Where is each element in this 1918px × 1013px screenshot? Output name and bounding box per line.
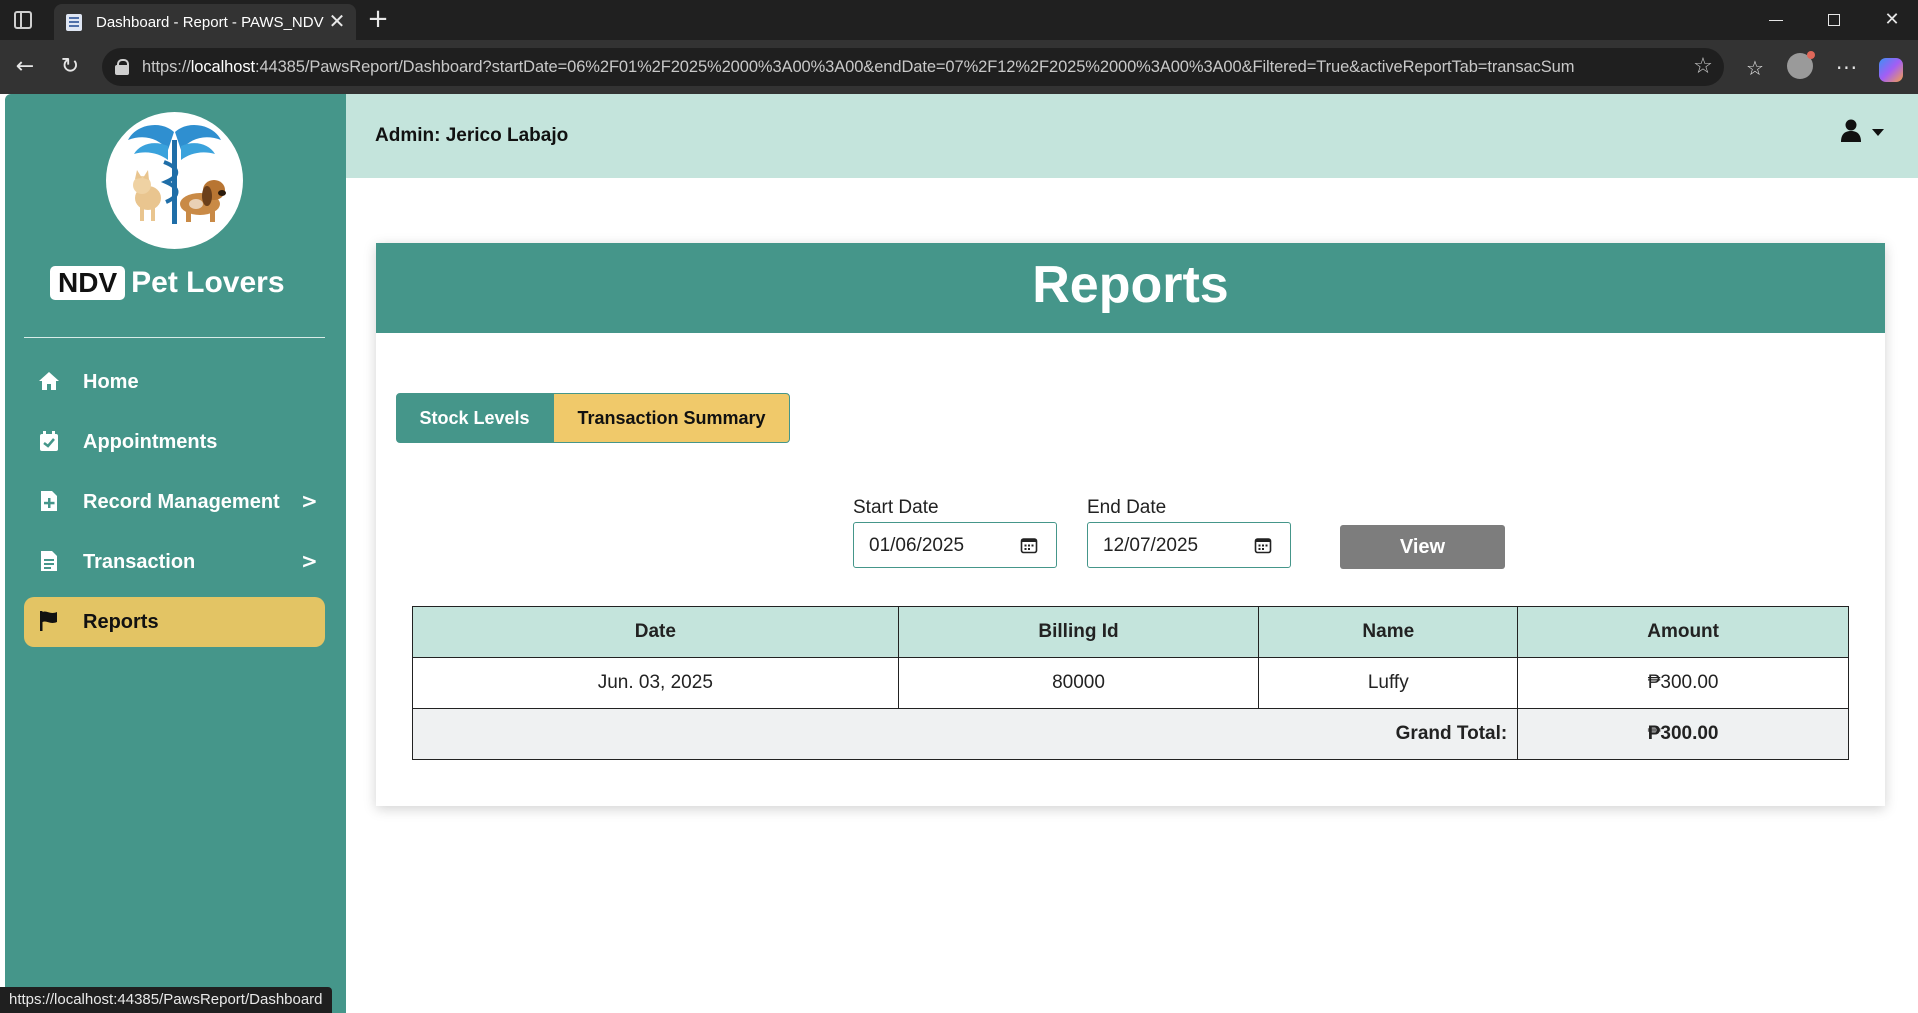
- end-date-input[interactable]: 12/07/2025: [1087, 522, 1291, 568]
- minimize-icon[interactable]: [1758, 6, 1794, 34]
- browser-tab[interactable]: Dashboard - Report - PAWS_NDV ✕: [54, 4, 356, 40]
- file-text-icon: [38, 550, 60, 572]
- tab-actions-icon[interactable]: [14, 11, 32, 29]
- url-text[interactable]: https://localhost:44385/PawsReport/Dashb…: [142, 58, 1672, 78]
- column-header-date: Date: [412, 606, 899, 658]
- admin-name: Admin: Jerico Labajo: [375, 125, 569, 146]
- browser-nav-bar: ← ↻ https://localhost:44385/PawsReport/D…: [0, 40, 1918, 94]
- sidebar-item-label: Home: [83, 371, 139, 393]
- sidebar-item-transaction[interactable]: Transaction >: [24, 537, 325, 587]
- clinic-logo: [106, 112, 243, 249]
- tab-stock-levels[interactable]: Stock Levels: [396, 393, 553, 443]
- column-header-amount: Amount: [1517, 606, 1849, 658]
- page-title: Reports: [1032, 256, 1229, 314]
- file-plus-icon: [38, 490, 60, 512]
- sidebar: NDV Pet Lovers Home Appointments Record M…: [5, 94, 346, 1013]
- view-button[interactable]: View: [1340, 525, 1505, 569]
- calendar-check-icon: [38, 430, 60, 452]
- reports-card: Reports Stock Levels Transaction Summary…: [376, 243, 1885, 806]
- sidebar-divider: [24, 337, 325, 338]
- grand-total-value: ₱300.00: [1517, 708, 1849, 760]
- tab-transaction-summary[interactable]: Transaction Summary: [553, 393, 790, 443]
- sidebar-item-appointments[interactable]: Appointments: [24, 417, 325, 467]
- chevron-down-icon: [1872, 129, 1884, 136]
- copilot-icon[interactable]: [1876, 53, 1906, 83]
- top-header: Admin: Jerico Labajo: [346, 94, 1918, 178]
- table-row: Jun. 03, 2025 80000 Luffy ₱300.00: [412, 657, 1849, 709]
- favorite-star-icon[interactable]: ☆: [1690, 54, 1716, 80]
- sidebar-item-record-management[interactable]: Record Management >: [24, 477, 325, 527]
- app-viewport: NDV Pet Lovers Home Appointments Record M…: [0, 94, 1918, 1013]
- table-header-row: Date Billing Id Name Amount: [412, 606, 1849, 658]
- home-icon: [38, 370, 60, 392]
- more-options-icon[interactable]: ···: [1832, 53, 1862, 83]
- sidebar-item-home[interactable]: Home: [24, 357, 325, 407]
- new-tab-icon[interactable]: +: [365, 6, 391, 32]
- cell-name: Luffy: [1258, 657, 1519, 709]
- page-favicon-icon: [66, 14, 82, 31]
- end-date-value: 12/07/2025: [1103, 535, 1199, 556]
- flag-icon: [38, 610, 60, 632]
- cell-billing-id: 80000: [897, 657, 1260, 709]
- end-date-label: End Date: [1087, 497, 1167, 518]
- browser-tab-bar: Dashboard - Report - PAWS_NDV ✕ + ✕: [0, 0, 1918, 40]
- user-menu-toggle[interactable]: [1840, 119, 1890, 149]
- link-status-tooltip: https://localhost:44385/PawsReport/Dashb…: [0, 987, 332, 1013]
- restore-icon[interactable]: [1816, 6, 1852, 34]
- profile-avatar-icon[interactable]: [1785, 51, 1815, 83]
- grand-total-row: Grand Total: ₱300.00: [411, 708, 1849, 760]
- user-icon: [1840, 119, 1862, 143]
- brand-name: Pet Lovers: [131, 266, 285, 299]
- column-header-billing-id: Billing Id: [897, 606, 1260, 658]
- sidebar-item-arrow: >: [301, 549, 318, 573]
- brand-badge: NDV: [50, 266, 126, 300]
- reload-icon[interactable]: ↻: [55, 52, 85, 82]
- favorites-icon[interactable]: ☆: [1740, 53, 1770, 83]
- sidebar-item-label: Reports: [83, 611, 159, 633]
- sidebar-item-label: Record Management: [83, 491, 280, 513]
- tab-close-icon[interactable]: ✕: [326, 10, 348, 32]
- sidebar-item-arrow: >: [301, 489, 318, 513]
- column-header-name: Name: [1258, 606, 1519, 658]
- transaction-table: Date Billing Id Name Amount Jun. 03, 202…: [411, 606, 1849, 760]
- tab-title: Dashboard - Report - PAWS_NDV: [96, 14, 324, 31]
- grand-total-label: Grand Total:: [411, 708, 1519, 760]
- calendar-icon[interactable]: [1020, 536, 1038, 554]
- sidebar-item-label: Transaction: [83, 551, 196, 573]
- reports-header: Reports: [376, 243, 1885, 333]
- cell-date: Jun. 03, 2025: [412, 657, 899, 709]
- address-bar[interactable]: https://localhost:44385/PawsReport/Dashb…: [102, 48, 1724, 86]
- window-close-icon[interactable]: ✕: [1874, 6, 1910, 34]
- start-date-input[interactable]: 01/06/2025: [853, 522, 1057, 568]
- lock-icon[interactable]: [114, 59, 130, 75]
- sidebar-item-label: Appointments: [83, 431, 218, 453]
- calendar-icon[interactable]: [1254, 536, 1272, 554]
- start-date-value: 01/06/2025: [869, 535, 965, 556]
- start-date-label: Start Date: [853, 497, 939, 518]
- cell-amount: ₱300.00: [1517, 657, 1849, 709]
- sidebar-item-reports[interactable]: Reports: [24, 597, 325, 647]
- brand: NDV Pet Lovers: [50, 266, 285, 302]
- back-icon[interactable]: ←: [10, 52, 40, 82]
